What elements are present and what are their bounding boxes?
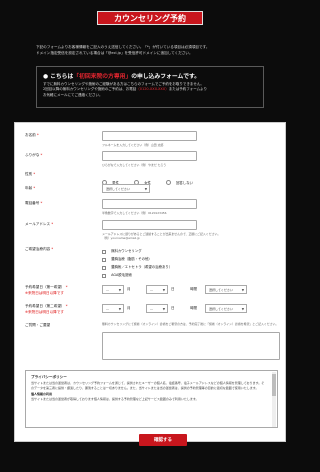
name-label: お名前 * [25,133,39,137]
menu-options: 無料カウンセリング 豊胸治療（脂肪・その他） 豊胸術／エトセトラ（希望の治療あり… [102,247,182,279]
email-hint-2: （例）yourname@email.jp [102,236,140,240]
chevron-down-icon: ▼ [162,288,165,292]
notice-line-3: お気軽にメールにてご連絡ください。 [43,92,103,97]
date2-row: 予約希望日（第二希望） * ※来院日は明日以降です ― ▼ 月 ― ▼ 日 時間 選… [25,304,280,318]
first-visit-notice: ● こちらは「初回来院の方専用」の申し込みフォームです。 すでに無料カウンセリン… [36,66,264,108]
chevron-down-icon: ▼ [241,307,244,311]
age-label: 年齢 * [25,186,36,190]
menu-option-breast[interactable]: 豊胸治療（脂肪・その他） [102,255,182,263]
privacy-body: 当サイトまたは当の運営者は、カウンセリング予約フォームを通じて、提供されたユーザ… [31,381,265,390]
date2-note: ※来院日は明日以降です [25,310,64,314]
date2-label: 予約希望日（第二希望） * [25,304,68,308]
date2-day-select[interactable]: ― ▼ [146,304,168,313]
intro-text: 下記のフォームよりお客様情報をご記入のうえ送信してください。「*」が付いている項… [36,44,266,56]
page-title: カウンセリング予約 [97,11,203,25]
furigana-row: ふりがな * ひらがなで入力してください（例）やまだ たろう [25,151,280,167]
date1-month-select[interactable]: ― ▼ [102,285,124,294]
notice-phone-link[interactable]: （0120-XXX-XXX） [136,87,168,91]
furigana-label: ふりがな * [25,153,43,157]
notice-title-suffix: の申し込みフォームです。 [131,74,201,80]
privacy-scrollbar[interactable] [272,372,276,427]
question-label: ご質問・ご要望 [25,323,51,327]
confirm-button[interactable]: 確認する [139,434,187,446]
date2-time-select[interactable]: 選択してください ▼ [205,304,247,313]
phone-label: 電話番号 * [25,201,43,205]
menu-row: ご希望治療内容 * 無料カウンセリング 豊胸治療（脂肪・その他） 豊胸術／エトセ… [25,247,280,279]
phone-hint: 半角数字で入力してください（例）0120123456 [102,211,167,215]
date1-time-label: 時間 [190,287,197,291]
chevron-down-icon: ▼ [241,288,244,292]
date2-month-select[interactable]: ― ▼ [102,304,124,313]
date2-month-label: 月 [127,306,131,310]
notice-line-2-suffix: または予約フォームより [168,87,208,92]
phone-input[interactable] [102,199,197,209]
notice-title: ● こちらは「初回来院の方専用」の申し込みフォームです。 [43,71,257,80]
notice-title-prefix: ● こちらは [43,74,74,80]
name-hint: フルネームを入力してください（例）山田 太郎 [102,143,164,147]
date1-row: 予約希望日（第一希望） * ※来院日は明日以降です ― ▼ 月 ― ▼ 日 時間 選… [25,285,280,299]
chevron-down-icon: ▼ [118,307,121,311]
gender-row: 性別 * 男性 女性 回答しない [25,172,280,185]
name-input[interactable] [102,131,197,141]
intro-line-2: ドメイン指定受信を設定されている場合は「@ecl.jp」を受信許可ドメインに追加… [36,51,193,56]
menu-option-counseling[interactable]: 無料カウンセリング [102,247,182,255]
question-row: ご質問・ご要望 無料カウンセリングにて施術（オンライン）診療をご希望の方は、予約… [25,322,280,363]
privacy-policy-box[interactable]: プライバシーポリシー 当サイトまたは当の運営者は、カウンセリング予約フォームを通… [25,370,278,428]
email-input[interactable] [102,220,197,230]
scrollbar-thumb[interactable] [272,374,276,396]
date1-label: 予約希望日（第一希望） * [25,285,68,289]
chevron-down-icon: ▼ [118,288,121,292]
name-row: お名前 * フルネームを入力してください（例）山田 太郎 [25,131,280,147]
furigana-input[interactable] [102,151,197,161]
question-hint: 無料カウンセリングにて施術（オンライン）診療をご希望の方は、予約完了後に「施術（… [102,322,279,326]
furigana-hint: ひらがなで入力してください（例）やまだ たろう [102,163,167,167]
email-row: メールアドレス * メールアドレスに誤りがあるとご連絡することが出来ませんので、… [25,220,280,242]
date1-day-label: 日 [171,287,175,291]
date1-month-label: 月 [127,287,131,291]
date2-time-label: 時間 [190,306,197,310]
date2-day-label: 日 [171,306,175,310]
date1-day-select[interactable]: ― ▼ [146,285,168,294]
date1-note: ※来院日は明日以降です [25,291,64,295]
checkbox[interactable] [102,273,106,278]
menu-option-etc[interactable]: 豊胸術／エトセトラ（希望の治療あり） [102,263,182,271]
menu-label: ご希望治療内容 * [25,247,54,251]
age-row: 年齢 * 選択してください ▼ [25,184,280,194]
gender-label: 性別 * [25,172,36,176]
notice-line-2-prefix: 2回目以降の無料カウンセリングや施術のご予約は、お電話 [43,87,137,92]
notice-body: すでに無料カウンセリングや施術のご経験がある方はこちらのフォームでご予約をお取り… [43,82,257,98]
chevron-down-icon: ▼ [144,187,147,191]
age-select-value: 選択してください [106,186,130,191]
email-label: メールアドレス * [25,222,54,226]
age-select[interactable]: 選択してください ▼ [102,184,150,193]
privacy-subbody: 当サイトまたは当の運営者が取得しております個人情報は、提供する予約管理など上記サ… [31,396,199,401]
question-textarea[interactable] [102,332,280,360]
notice-title-highlight: 「初回来院の方専用」 [73,74,132,80]
menu-option-aga[interactable]: AGA脱毛施術 [102,271,182,279]
phone-row: 電話番号 * 半角数字で入力してください（例）0120123456 [25,199,280,215]
date1-time-select[interactable]: 選択してください ▼ [205,285,247,294]
reservation-form: お名前 * フルネームを入力してください（例）山田 太郎 ふりがな * ひらがな… [14,122,286,446]
privacy-text: 当サイトまたは当の運営者は、カウンセリング予約フォームを通じて、提供されたユーザ… [31,381,267,401]
chevron-down-icon: ▼ [162,307,165,311]
privacy-title: プライバシーポリシー [31,375,67,379]
